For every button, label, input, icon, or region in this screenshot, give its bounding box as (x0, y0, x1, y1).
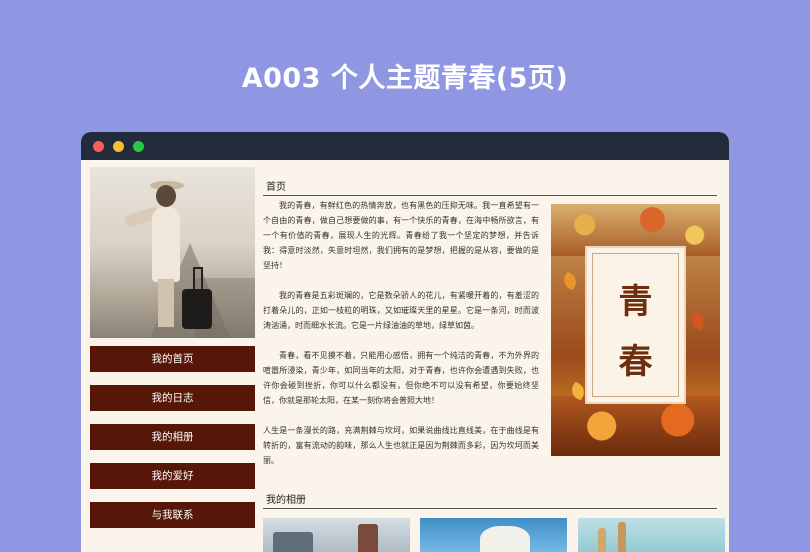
sidebar: 我的首页 我的日志 我的相册 我的爱好 与我联系 (90, 167, 255, 528)
hero-photo (90, 167, 255, 338)
poster-char-qing: 青 (618, 282, 653, 322)
article-paragraph: 青春，看不见摸不着，只能用心感悟，拥有一个纯洁的青春，不为外界的喧嚣所浸染，青少… (263, 351, 539, 405)
nav-item-home[interactable]: 我的首页 (90, 346, 255, 372)
section-title-album: 我的相册 (263, 491, 717, 509)
close-window-icon[interactable] (93, 141, 104, 152)
poster-card: 青 春 (585, 246, 686, 404)
window-titlebar (81, 132, 729, 160)
nav-item-album[interactable]: 我的相册 (90, 424, 255, 450)
browser-window: 我的首页 我的日志 我的相册 我的爱好 与我联系 首页 我的青春，有鲜红色的热情… (81, 132, 729, 552)
nav-item-hobby[interactable]: 我的爱好 (90, 463, 255, 489)
article-paragraph: 我的青春，有鲜红色的热情奔放，也有黑色的压抑无味。我一直希望有一个自由的青春，做… (263, 201, 539, 270)
nav-item-diary[interactable]: 我的日志 (90, 385, 255, 411)
article-paragraph: 我的青春是五彩斑斓的，它是数朵骄人的花儿，有紧暖开着的，有羞涩的打着朵儿的，正如… (263, 291, 539, 330)
section-title-home: 首页 (263, 178, 717, 196)
nav-item-contact[interactable]: 与我联系 (90, 502, 255, 528)
article-text: 我的青春，有鲜红色的热情奔放，也有黑色的压抑无味。我一直希望有一个自由的青春，做… (263, 198, 539, 483)
youth-poster-image: 青 春 (551, 204, 720, 456)
main-content: 首页 我的青春，有鲜红色的热情奔放，也有黑色的压抑无味。我一直希望有一个自由的青… (263, 178, 725, 552)
website-page: 我的首页 我的日志 我的相册 我的爱好 与我联系 首页 我的青春，有鲜红色的热情… (81, 160, 729, 552)
album-photo[interactable] (420, 518, 567, 552)
poster-char-chun: 春 (618, 342, 653, 382)
maximize-window-icon[interactable] (133, 141, 144, 152)
album-photo[interactable] (263, 518, 410, 552)
minimize-window-icon[interactable] (113, 141, 124, 152)
album-photo[interactable] (578, 518, 725, 552)
page-headline: A003 个人主题青春(5页) (241, 63, 569, 94)
article-paragraph: 人生是一条漫长的路，充满荆棘与坎坷，如果说曲线比直线美，在于曲线是有转折的，富有… (263, 426, 539, 465)
